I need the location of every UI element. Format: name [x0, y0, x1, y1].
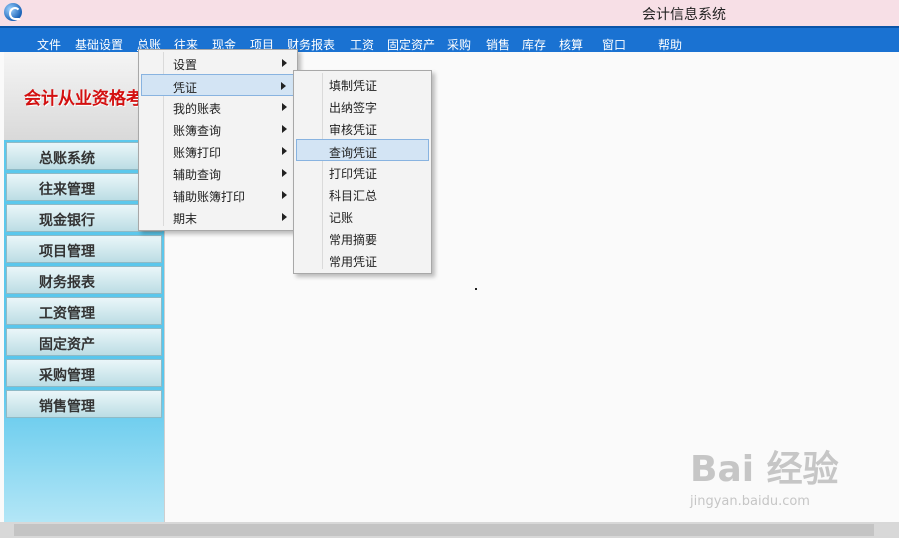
menu-item-review-voucher[interactable]: 审核凭证 [296, 117, 429, 139]
sidebar-item-financial-reports[interactable]: 财务报表 [6, 266, 162, 294]
sidebar-item-label: 项目管理 [39, 244, 95, 260]
menu-item-aux-query[interactable]: 辅助查询 [141, 162, 295, 184]
menu-item-settings[interactable]: 设置 [141, 52, 295, 74]
baidu-watermark: Bai 经验 jingyan.baidu.com [690, 440, 839, 509]
watermark-url: jingyan.baidu.com [690, 494, 810, 509]
menu-item-label: 常用摘要 [329, 233, 378, 247]
sidebar-item-label: 采购管理 [39, 368, 95, 384]
menu-item-label: 出纳签字 [329, 101, 378, 115]
menu-item-aux-ledger-print[interactable]: 辅助账簿打印 [141, 184, 295, 206]
menu-item-label: 期末 [173, 212, 198, 226]
general-ledger-dropdown: 设置 凭证 我的账表 账簿查询 账簿打印 辅助查询 辅助账簿打印 期末 [138, 49, 298, 231]
menu-item-label: 辅助账簿打印 [173, 190, 246, 204]
menu-purchasing[interactable]: 采购 [447, 36, 471, 53]
sidebar-item-purchasing[interactable]: 采购管理 [6, 359, 162, 387]
submenu-arrow-icon [281, 82, 286, 90]
menu-window[interactable]: 窗口 [602, 36, 626, 53]
submenu-arrow-icon [282, 103, 287, 111]
menu-item-account-summary[interactable]: 科目汇总 [296, 183, 429, 205]
submenu-arrow-icon [282, 147, 287, 155]
menu-file[interactable]: 文件 [37, 36, 61, 53]
menu-item-label: 账簿打印 [173, 146, 222, 160]
window-title: 会计信息系统 [642, 7, 726, 23]
menu-item-label: 账簿查询 [173, 124, 222, 138]
sidebar-item-label: 总账系统 [39, 151, 95, 167]
menu-item-label: 记账 [329, 211, 354, 225]
menu-item-label: 辅助查询 [173, 168, 222, 182]
watermark-brand: Bai 经验 [690, 449, 839, 490]
menu-accounting[interactable]: 核算 [559, 36, 583, 53]
cursor-dot [475, 288, 477, 290]
menu-item-print-voucher[interactable]: 打印凭证 [296, 161, 429, 183]
sidebar-item-label: 往来管理 [39, 182, 95, 198]
menu-item-post[interactable]: 记账 [296, 205, 429, 227]
app-icon[interactable] [4, 3, 22, 21]
sidebar-item-label: 销售管理 [39, 399, 95, 415]
menu-item-common-voucher[interactable]: 常用凭证 [296, 249, 429, 271]
sidebar-item-payroll[interactable]: 工资管理 [6, 297, 162, 325]
menu-item-enter-voucher[interactable]: 填制凭证 [296, 73, 429, 95]
menu-item-label: 审核凭证 [329, 123, 378, 137]
submenu-arrow-icon [282, 191, 287, 199]
menu-sales[interactable]: 销售 [486, 36, 510, 53]
sidebar-item-fixed-assets[interactable]: 固定资产 [6, 328, 162, 356]
menu-item-label: 填制凭证 [329, 79, 378, 93]
menu-item-query-voucher[interactable]: 查询凭证 [296, 139, 429, 161]
menu-bar: 文件 基础设置 总账 往来 现金 项目 财务报表 工资 固定资产 采购 销售 库… [0, 26, 899, 52]
menu-item-label: 常用凭证 [329, 255, 378, 269]
horizontal-scrollbar[interactable] [0, 522, 899, 538]
sidebar-item-label: 财务报表 [39, 275, 95, 291]
menu-item-common-summary[interactable]: 常用摘要 [296, 227, 429, 249]
menu-item-voucher[interactable]: 凭证 [141, 74, 295, 96]
title-bar: 会计信息系统 [0, 0, 899, 26]
menu-item-label: 设置 [173, 58, 198, 72]
menu-item-cashier-sign[interactable]: 出纳签字 [296, 95, 429, 117]
menu-item-label: 凭证 [173, 81, 198, 95]
menu-item-label: 我的账表 [173, 102, 222, 116]
submenu-arrow-icon [282, 59, 287, 67]
sidebar-item-label: 固定资产 [39, 337, 95, 353]
menu-item-ledger-query[interactable]: 账簿查询 [141, 118, 295, 140]
submenu-arrow-icon [282, 125, 287, 133]
menu-item-label: 科目汇总 [329, 189, 378, 203]
menu-fixed-assets[interactable]: 固定资产 [387, 36, 435, 53]
scrollbar-thumb[interactable] [14, 524, 874, 536]
menu-inventory[interactable]: 库存 [522, 36, 546, 53]
menu-item-my-reports[interactable]: 我的账表 [141, 96, 295, 118]
submenu-arrow-icon [282, 213, 287, 221]
menu-item-label: 查询凭证 [329, 146, 378, 160]
sidebar-item-sales[interactable]: 销售管理 [6, 390, 162, 418]
voucher-submenu: 填制凭证 出纳签字 审核凭证 查询凭证 打印凭证 科目汇总 记账 常用摘要 常用… [293, 70, 432, 274]
menu-help[interactable]: 帮助 [658, 36, 682, 53]
sidebar-item-label: 工资管理 [39, 306, 95, 322]
menu-item-label: 打印凭证 [329, 167, 378, 181]
sidebar-item-label: 现金银行 [39, 213, 95, 229]
submenu-arrow-icon [282, 169, 287, 177]
menu-item-period-end[interactable]: 期末 [141, 206, 295, 228]
menu-item-ledger-print[interactable]: 账簿打印 [141, 140, 295, 162]
sidebar-item-projects[interactable]: 项目管理 [6, 235, 162, 263]
menu-basic-settings[interactable]: 基础设置 [75, 36, 123, 53]
menu-payroll[interactable]: 工资 [350, 36, 374, 53]
